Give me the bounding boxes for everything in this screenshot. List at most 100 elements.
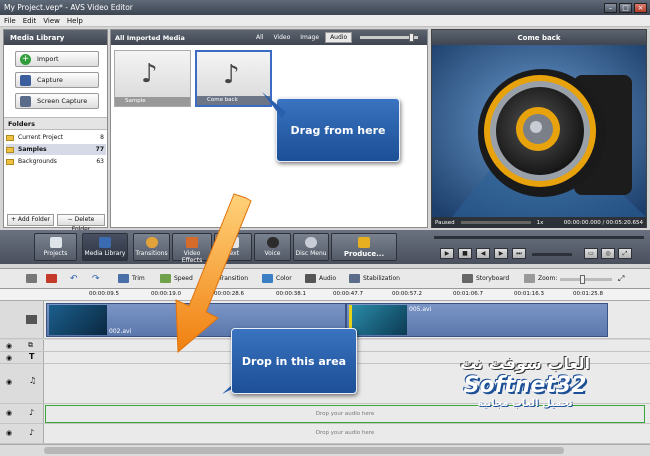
- minimize-button[interactable]: –: [604, 2, 617, 13]
- snapshot-button[interactable]: ◎: [601, 248, 615, 259]
- ruler-tick: 00:00:28.6: [214, 291, 244, 297]
- filter-video[interactable]: Video: [269, 33, 294, 42]
- storyboard-button[interactable]: Storyboard: [462, 274, 509, 283]
- media-item-come-back[interactable]: ♪ Come back: [195, 50, 272, 107]
- audio-button[interactable]: Audio: [305, 274, 336, 283]
- title-bar: My Project.vep* - AVS Video Editor – □ ×: [0, 0, 650, 15]
- playback-slider[interactable]: [434, 236, 644, 239]
- speaker-image: [432, 45, 646, 217]
- transition-button[interactable]: Transition: [205, 274, 248, 283]
- capture-button[interactable]: Capture: [15, 72, 99, 88]
- import-button[interactable]: + Import: [15, 51, 99, 67]
- projects-label: Projects: [43, 250, 68, 257]
- eye-icon[interactable]: ◉: [6, 354, 12, 362]
- plus-icon: +: [20, 53, 31, 65]
- media-library-button[interactable]: Media Library: [82, 233, 128, 261]
- menu-file[interactable]: File: [4, 17, 16, 25]
- voice-button[interactable]: Voice: [254, 233, 291, 261]
- fit-icon[interactable]: ⤢: [618, 274, 624, 284]
- folder-samples[interactable]: Samples 77: [6, 144, 106, 155]
- volume-slider[interactable]: [532, 253, 572, 256]
- text-button[interactable]: Text: [214, 233, 252, 261]
- produce-button[interactable]: Produce...: [331, 233, 397, 261]
- ruler-tick: 00:01:06.7: [453, 291, 483, 297]
- delete-folder-button[interactable]: − Delete Folder: [57, 214, 105, 233]
- speed-label: Speed: [174, 275, 193, 282]
- eye-icon[interactable]: ◉: [6, 342, 12, 350]
- folder-backgrounds[interactable]: Backgrounds 63: [6, 156, 106, 167]
- watermark-arabic-subtitle: تحميل العاب مجانية: [477, 398, 573, 409]
- projects-button[interactable]: Projects: [34, 233, 77, 261]
- clip-005[interactable]: 005.avi: [346, 303, 608, 337]
- zoom-slider[interactable]: [560, 275, 612, 284]
- video-effects-button[interactable]: Video Effects: [172, 233, 212, 264]
- slider-thumb[interactable]: [409, 33, 415, 42]
- monitor-button[interactable]: ▭: [584, 248, 598, 259]
- media-item-sample[interactable]: ♪ Sample: [114, 50, 191, 107]
- import-label: Import: [37, 55, 59, 63]
- preview-title: Come back: [432, 30, 646, 45]
- clip-thumbnail: [349, 305, 407, 335]
- video-track-header: [0, 301, 44, 338]
- voice-track-icon: ♫: [29, 376, 37, 385]
- stop-button[interactable]: ■: [458, 248, 472, 259]
- preview-progress[interactable]: [460, 221, 531, 224]
- timeline-ruler[interactable]: 00:00:09.5 00:00:19.0 00:00:28.6 00:00:3…: [0, 289, 650, 301]
- time-readout: 00:00:00.000 / 00:05:20.654: [563, 219, 643, 226]
- text-track-header: ◉ T: [0, 352, 44, 363]
- scrollbar-thumb[interactable]: [44, 447, 564, 454]
- screen-capture-button[interactable]: Screen Capture: [15, 93, 99, 109]
- zoom-slider-thumb[interactable]: [580, 275, 585, 284]
- transitions-button[interactable]: Transitions: [133, 233, 170, 261]
- redo-icon[interactable]: ↷: [92, 274, 100, 284]
- remove-icon[interactable]: [46, 274, 57, 283]
- capture-label: Capture: [37, 76, 63, 84]
- screen-capture-icon: [20, 95, 31, 107]
- menu-help[interactable]: Help: [67, 17, 83, 25]
- menu-edit[interactable]: Edit: [23, 17, 37, 25]
- thumbnail-size-slider[interactable]: [360, 33, 419, 42]
- speed-button[interactable]: Speed: [160, 274, 193, 283]
- fullscreen-button[interactable]: ⤢: [618, 248, 632, 259]
- main-toolbar: Projects Media Library Transitions Video…: [0, 230, 650, 264]
- menu-bar: File Edit View Help: [0, 15, 650, 27]
- eye-icon[interactable]: ◉: [6, 378, 12, 386]
- preview-status-bar: Paused 1x 00:00:00.000 / 00:05:20.654: [432, 217, 646, 228]
- timeline-scrollbar[interactable]: [0, 444, 650, 456]
- video-track-icon: [26, 315, 37, 324]
- ruler-tick: 00:00:19.0: [151, 291, 181, 297]
- voice-label: Voice: [264, 250, 281, 257]
- undo-icon[interactable]: ↶: [70, 274, 78, 284]
- stabilization-label: Stabilization: [363, 275, 400, 282]
- media-library-icon: [99, 237, 111, 248]
- filter-image[interactable]: Image: [296, 33, 323, 42]
- disc-menu-button[interactable]: Disc Menu: [293, 233, 329, 261]
- filter-audio[interactable]: Audio: [325, 32, 353, 43]
- folder-name: Samples: [18, 146, 47, 153]
- end-button[interactable]: ⏭: [512, 248, 526, 259]
- media-item-label: Sample: [115, 97, 190, 106]
- delete-icon[interactable]: [26, 274, 37, 283]
- add-folder-button[interactable]: + Add Folder: [7, 214, 54, 226]
- trim-button[interactable]: Trim: [118, 274, 145, 283]
- close-button[interactable]: ×: [634, 2, 647, 13]
- filter-all[interactable]: All: [252, 33, 267, 42]
- trim-label: Trim: [132, 275, 145, 282]
- color-button[interactable]: Color: [262, 274, 292, 283]
- previous-frame-button[interactable]: ◀: [476, 248, 490, 259]
- folder-current-project[interactable]: Current Project 8: [6, 132, 106, 143]
- stabilization-button[interactable]: Stabilization: [349, 274, 400, 283]
- preview-panel: Come back Paused 1x 00:00:00.000 / 00:05…: [431, 29, 647, 228]
- menu-view[interactable]: View: [43, 17, 60, 25]
- microphone-icon: [266, 237, 279, 248]
- playback-status: Paused: [435, 219, 455, 226]
- zoom-control: Zoom:: [524, 274, 557, 283]
- text-icon: [227, 237, 239, 248]
- microphone-icon: ♪: [29, 428, 35, 437]
- eye-icon[interactable]: ◉: [6, 409, 12, 417]
- zoom-icon: [524, 274, 535, 283]
- maximize-button[interactable]: □: [619, 2, 632, 13]
- play-button[interactable]: ▶: [440, 248, 454, 259]
- next-frame-button[interactable]: ▶: [494, 248, 508, 259]
- eye-icon[interactable]: ◉: [6, 429, 12, 437]
